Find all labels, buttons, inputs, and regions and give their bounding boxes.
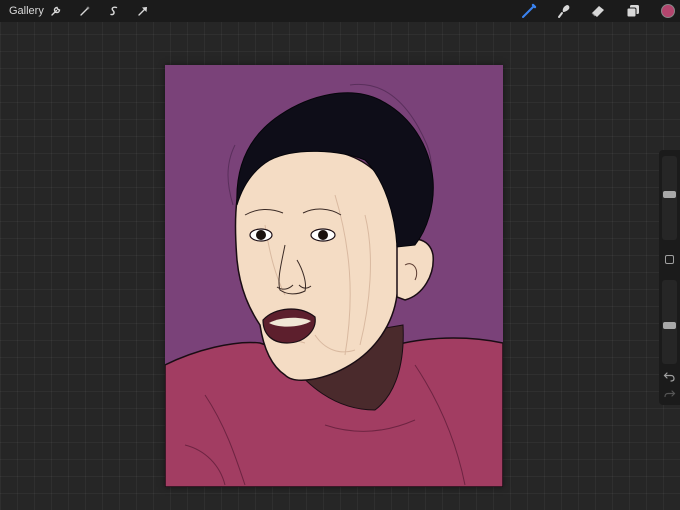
drawing-canvas[interactable] xyxy=(165,65,503,487)
color-picker-button[interactable] xyxy=(661,4,675,18)
undo-icon[interactable] xyxy=(663,370,676,383)
portrait-artwork xyxy=(165,65,503,487)
selection-icon[interactable] xyxy=(106,3,122,19)
magic-wand-icon[interactable] xyxy=(77,3,93,19)
smudge-icon[interactable] xyxy=(556,3,572,19)
modify-button[interactable] xyxy=(665,255,674,264)
redo-icon[interactable] xyxy=(663,388,676,401)
brush-sidebar xyxy=(659,150,680,405)
brush-icon[interactable] xyxy=(521,3,537,19)
eraser-icon[interactable] xyxy=(590,3,606,19)
gallery-button[interactable]: Gallery xyxy=(9,5,44,17)
brush-opacity-slider[interactable] xyxy=(662,280,677,364)
transform-arrow-icon[interactable] xyxy=(135,3,151,19)
brush-opacity-thumb[interactable] xyxy=(663,322,676,329)
brush-size-thumb[interactable] xyxy=(663,191,676,198)
layers-icon[interactable] xyxy=(625,3,641,19)
brush-size-slider[interactable] xyxy=(662,156,677,240)
top-toolbar: Gallery xyxy=(0,0,680,22)
wrench-icon[interactable] xyxy=(48,3,64,19)
